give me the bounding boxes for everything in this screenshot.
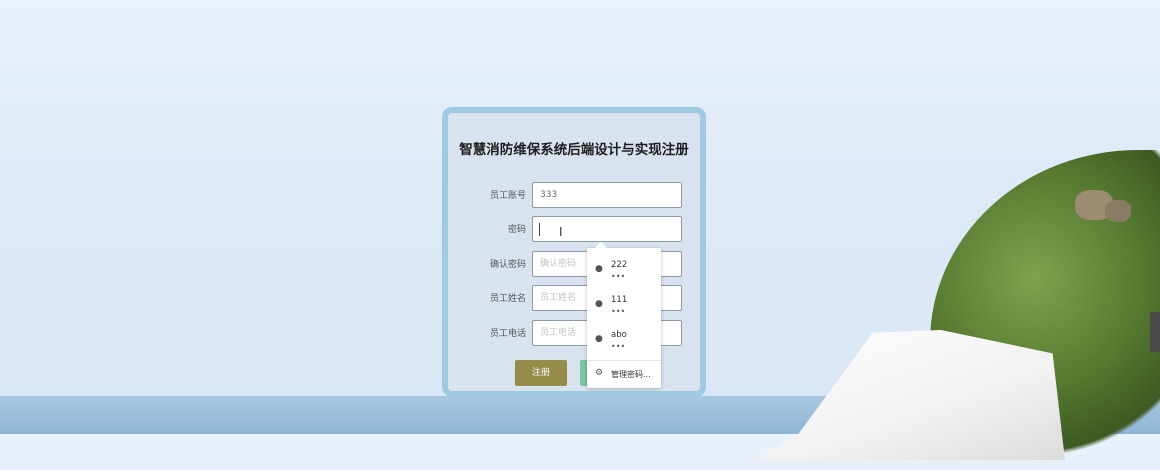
name-label: 员工姓名 <box>489 294 526 304</box>
password-suggestion[interactable]: ● 222 ••• <box>587 254 661 288</box>
rock <box>1105 200 1131 222</box>
account-label: 员工账号 <box>489 191 526 201</box>
white-umbrella <box>755 330 1065 460</box>
password-label: 密码 <box>507 225 526 235</box>
field-row-name: 员工姓名 员工姓名 <box>448 285 700 313</box>
field-row-password: 密码 I <box>448 216 700 244</box>
field-row-phone: 员工电话 员工电话 <box>448 320 700 348</box>
suggestion-masked-password: ••• <box>611 342 626 351</box>
suggestion-masked-password: ••• <box>611 307 626 316</box>
field-row-account: 员工账号 333 <box>448 182 700 210</box>
suggestion-username: 111 <box>611 295 628 305</box>
settings-icon: ⚙ <box>595 368 604 378</box>
password-suggestion[interactable]: ● 111 ••• <box>587 289 661 323</box>
phone-label: 员工电话 <box>489 329 526 339</box>
password-input[interactable]: I <box>532 216 682 242</box>
popup-divider <box>587 360 661 361</box>
manage-passwords-label: 管理密码... <box>611 370 651 379</box>
suggestion-username: 222 <box>611 260 628 270</box>
ibeam-cursor-icon: I <box>559 225 563 239</box>
field-row-confirm: 确认密码 确认密码 <box>448 251 700 279</box>
suggestion-username: abo <box>611 330 627 340</box>
register-button[interactable]: 注册 <box>515 360 567 386</box>
register-card: 智慧消防维保系统后端设计与实现注册 员工账号 333 密码 I 确认密码 确认密… <box>442 107 706 397</box>
account-input[interactable]: 333 <box>532 182 682 208</box>
confirm-password-label: 确认密码 <box>489 260 526 270</box>
page-title: 智慧消防维保系统后端设计与实现注册 <box>459 142 689 158</box>
suggestion-masked-password: ••• <box>611 272 626 281</box>
manage-passwords-item[interactable]: ⚙ 管理密码... <box>587 364 661 384</box>
password-suggestion[interactable]: ● abo ••• <box>587 324 661 358</box>
text-caret <box>539 223 540 236</box>
key-globe-icon: ● <box>595 334 603 344</box>
scroll-edge <box>1150 312 1160 352</box>
key-globe-icon: ● <box>595 299 603 309</box>
saved-password-popup: ● 222 ••• ● 111 ••• ● abo ••• ⚙ 管理密码... <box>587 242 661 388</box>
key-globe-icon: ● <box>595 264 603 274</box>
